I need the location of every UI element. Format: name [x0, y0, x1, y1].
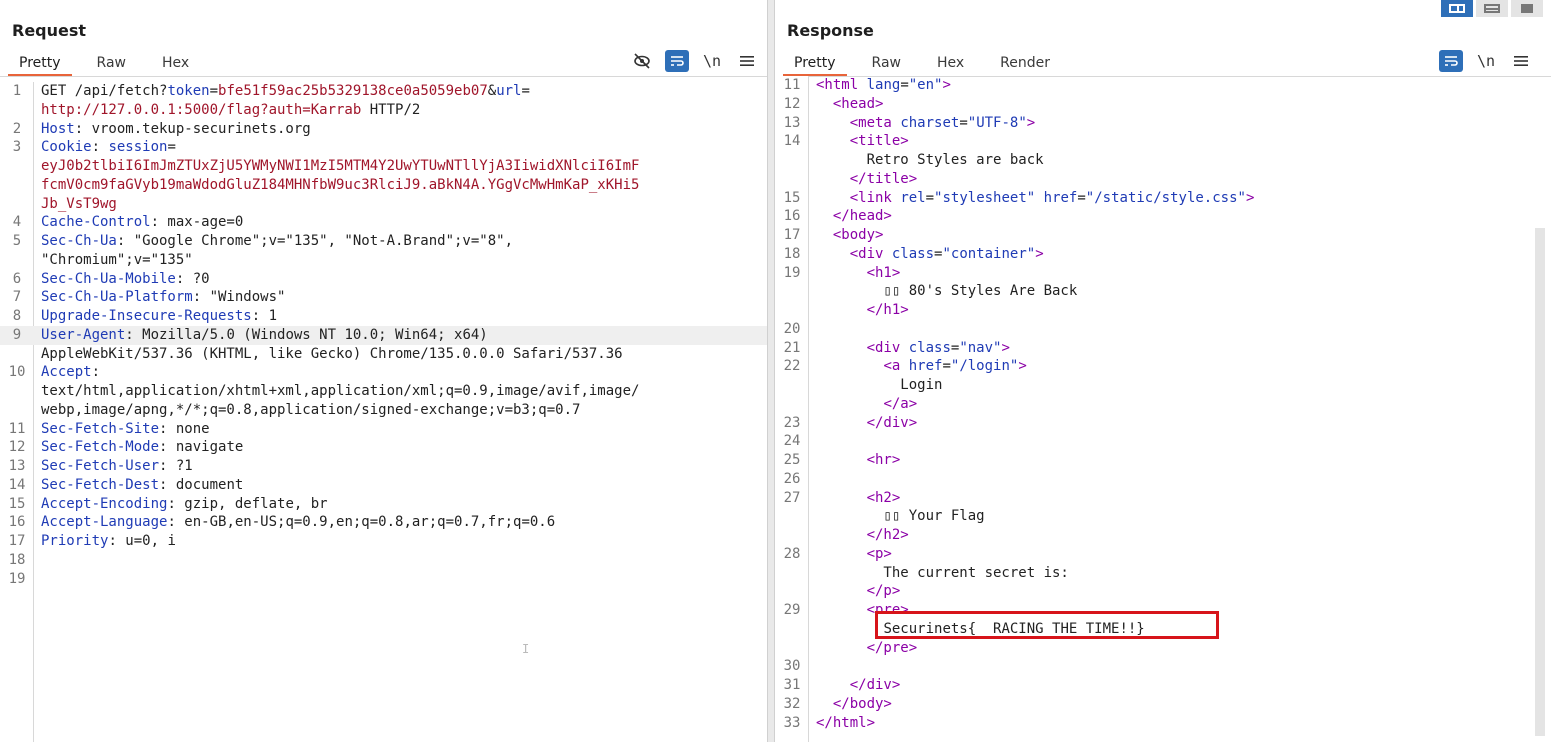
request-pane: Request Pretty Raw Hex \n 1 GET /api/fetc…: [0, 0, 767, 742]
tab-render[interactable]: Render: [989, 52, 1061, 76]
response-tabs: Pretty Raw Hex Render: [783, 52, 1075, 76]
flag-highlight-box: [875, 611, 1219, 639]
layout-switcher: [1438, 0, 1543, 17]
pane-splitter[interactable]: [767, 0, 775, 742]
tab-hex[interactable]: Hex: [151, 52, 200, 76]
tab-pretty[interactable]: Pretty: [8, 52, 72, 76]
hamburger-menu-icon[interactable]: [1509, 50, 1533, 72]
split-vertical-icon[interactable]: [1476, 0, 1508, 17]
tab-divider: [0, 76, 767, 77]
request-toolbar: \n: [619, 50, 759, 72]
tab-raw[interactable]: Raw: [861, 52, 912, 76]
newline-toggle[interactable]: \n: [700, 50, 724, 72]
response-toolbar: \n: [1428, 50, 1533, 72]
response-pane: Response Pretty Raw Hex Render \n 11 <htm…: [775, 0, 1551, 742]
tab-raw[interactable]: Raw: [86, 52, 137, 76]
newline-toggle[interactable]: \n: [1474, 50, 1498, 72]
request-tabs: Pretty Raw Hex: [8, 52, 214, 76]
vertical-scrollbar[interactable]: [1535, 228, 1545, 736]
split-horizontal-icon[interactable]: [1441, 0, 1473, 17]
single-pane-icon[interactable]: [1511, 0, 1543, 17]
request-editor[interactable]: 1 GET /api/fetch?token=bfe51f59ac25b53291…: [0, 82, 767, 742]
eye-slash-icon[interactable]: [630, 50, 654, 72]
response-title: Response: [787, 21, 874, 40]
wrap-lines-icon[interactable]: [665, 50, 689, 72]
tab-pretty[interactable]: Pretty: [783, 52, 847, 76]
response-editor[interactable]: 11 <html lang="en"> 12 <head> 13 <meta ch…: [775, 76, 1551, 742]
hamburger-menu-icon[interactable]: [735, 50, 759, 72]
text-cursor-icon: I: [522, 642, 530, 656]
request-title: Request: [12, 21, 87, 40]
tab-hex[interactable]: Hex: [926, 52, 975, 76]
wrap-lines-icon[interactable]: [1439, 50, 1463, 72]
